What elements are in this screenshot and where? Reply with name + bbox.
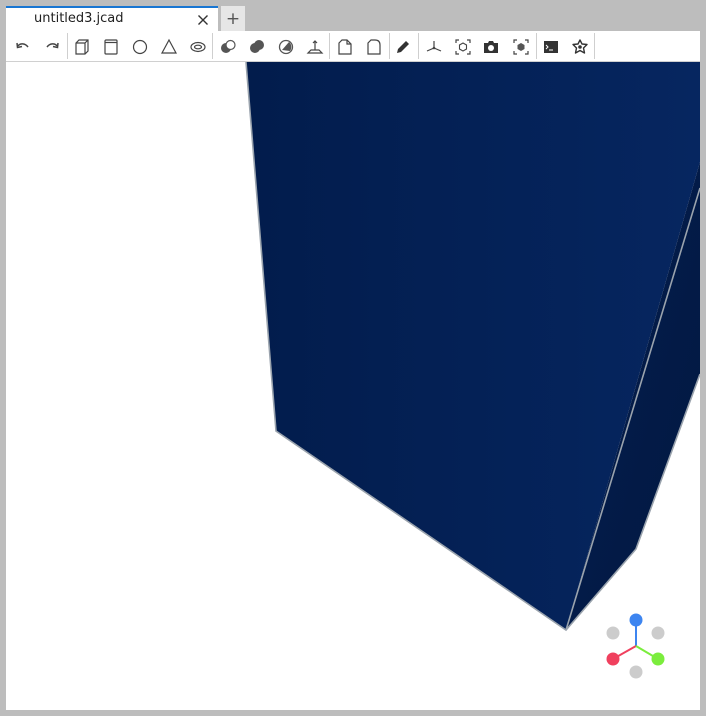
tab-bar: untitled3.jcad +: [6, 6, 700, 31]
camera-icon: [484, 41, 498, 53]
cone-icon: [160, 38, 178, 54]
toolbar-separator: [212, 33, 213, 59]
intersection-icon: [278, 39, 294, 55]
close-icon[interactable]: [195, 12, 211, 28]
box-button[interactable]: [70, 35, 94, 59]
toolbar-separator: [594, 33, 595, 59]
sphere-button[interactable]: [128, 35, 152, 59]
cylinder-button[interactable]: [99, 35, 123, 59]
toolbar-separator: [329, 33, 330, 59]
pencil-icon: [397, 41, 409, 53]
flower-icon: [572, 39, 588, 54]
box-icon: [75, 39, 89, 55]
union-button[interactable]: [245, 35, 269, 59]
toolbar-separator: [67, 33, 68, 59]
cone-button[interactable]: [157, 35, 181, 59]
fillet-icon: [367, 39, 381, 55]
wireframe-icon: [513, 39, 529, 55]
add-tab-button[interactable]: +: [221, 6, 245, 31]
undo-icon: [16, 42, 29, 49]
sphere-icon: [132, 39, 148, 55]
3d-viewport[interactable]: [6, 62, 700, 710]
redo-icon: [46, 42, 59, 49]
chamfer-icon: [338, 39, 352, 55]
tab-untitled3[interactable]: untitled3.jcad: [6, 6, 218, 31]
explode-button[interactable]: [451, 35, 475, 59]
toolbar-separator: [418, 33, 419, 59]
terminal-icon: [544, 41, 558, 53]
explode-icon: [455, 39, 471, 55]
console-button[interactable]: [539, 35, 563, 59]
tab-label: untitled3.jcad: [34, 11, 124, 26]
redo-button[interactable]: [40, 35, 64, 59]
app-window: untitled3.jcad +: [0, 0, 706, 716]
axes-button[interactable]: [422, 35, 446, 59]
cut-icon: [221, 39, 236, 53]
settings-button[interactable]: [568, 35, 592, 59]
sketch-button[interactable]: [391, 35, 415, 59]
chamfer-button[interactable]: [333, 35, 357, 59]
axis-y-handle: [651, 652, 665, 666]
cylinder-icon: [104, 39, 118, 55]
axis-gizmo[interactable]: [602, 610, 672, 680]
axis-neg-y-handle: [651, 626, 665, 640]
axis-z-handle: [629, 613, 643, 627]
fillet-button[interactable]: [362, 35, 386, 59]
undo-button[interactable]: [11, 35, 35, 59]
screenshot-button[interactable]: [479, 35, 503, 59]
toolbar-separator: [536, 33, 537, 59]
axis-x-handle: [606, 652, 620, 666]
plus-icon: +: [225, 8, 241, 29]
intersection-button[interactable]: [274, 35, 298, 59]
cut-button[interactable]: [216, 35, 240, 59]
axes-icon: [426, 41, 442, 52]
toolbar: [6, 31, 700, 62]
extrusion-icon: [306, 40, 324, 54]
axis-neg-z-handle: [629, 665, 643, 679]
axis-neg-x-handle: [606, 626, 620, 640]
torus-icon: [190, 41, 206, 53]
extrusion-button[interactable]: [303, 35, 327, 59]
wireframe-button[interactable]: [509, 35, 533, 59]
torus-button[interactable]: [186, 35, 210, 59]
union-icon: [250, 40, 264, 53]
3d-scene[interactable]: [6, 62, 700, 710]
toolbar-separator: [389, 33, 390, 59]
